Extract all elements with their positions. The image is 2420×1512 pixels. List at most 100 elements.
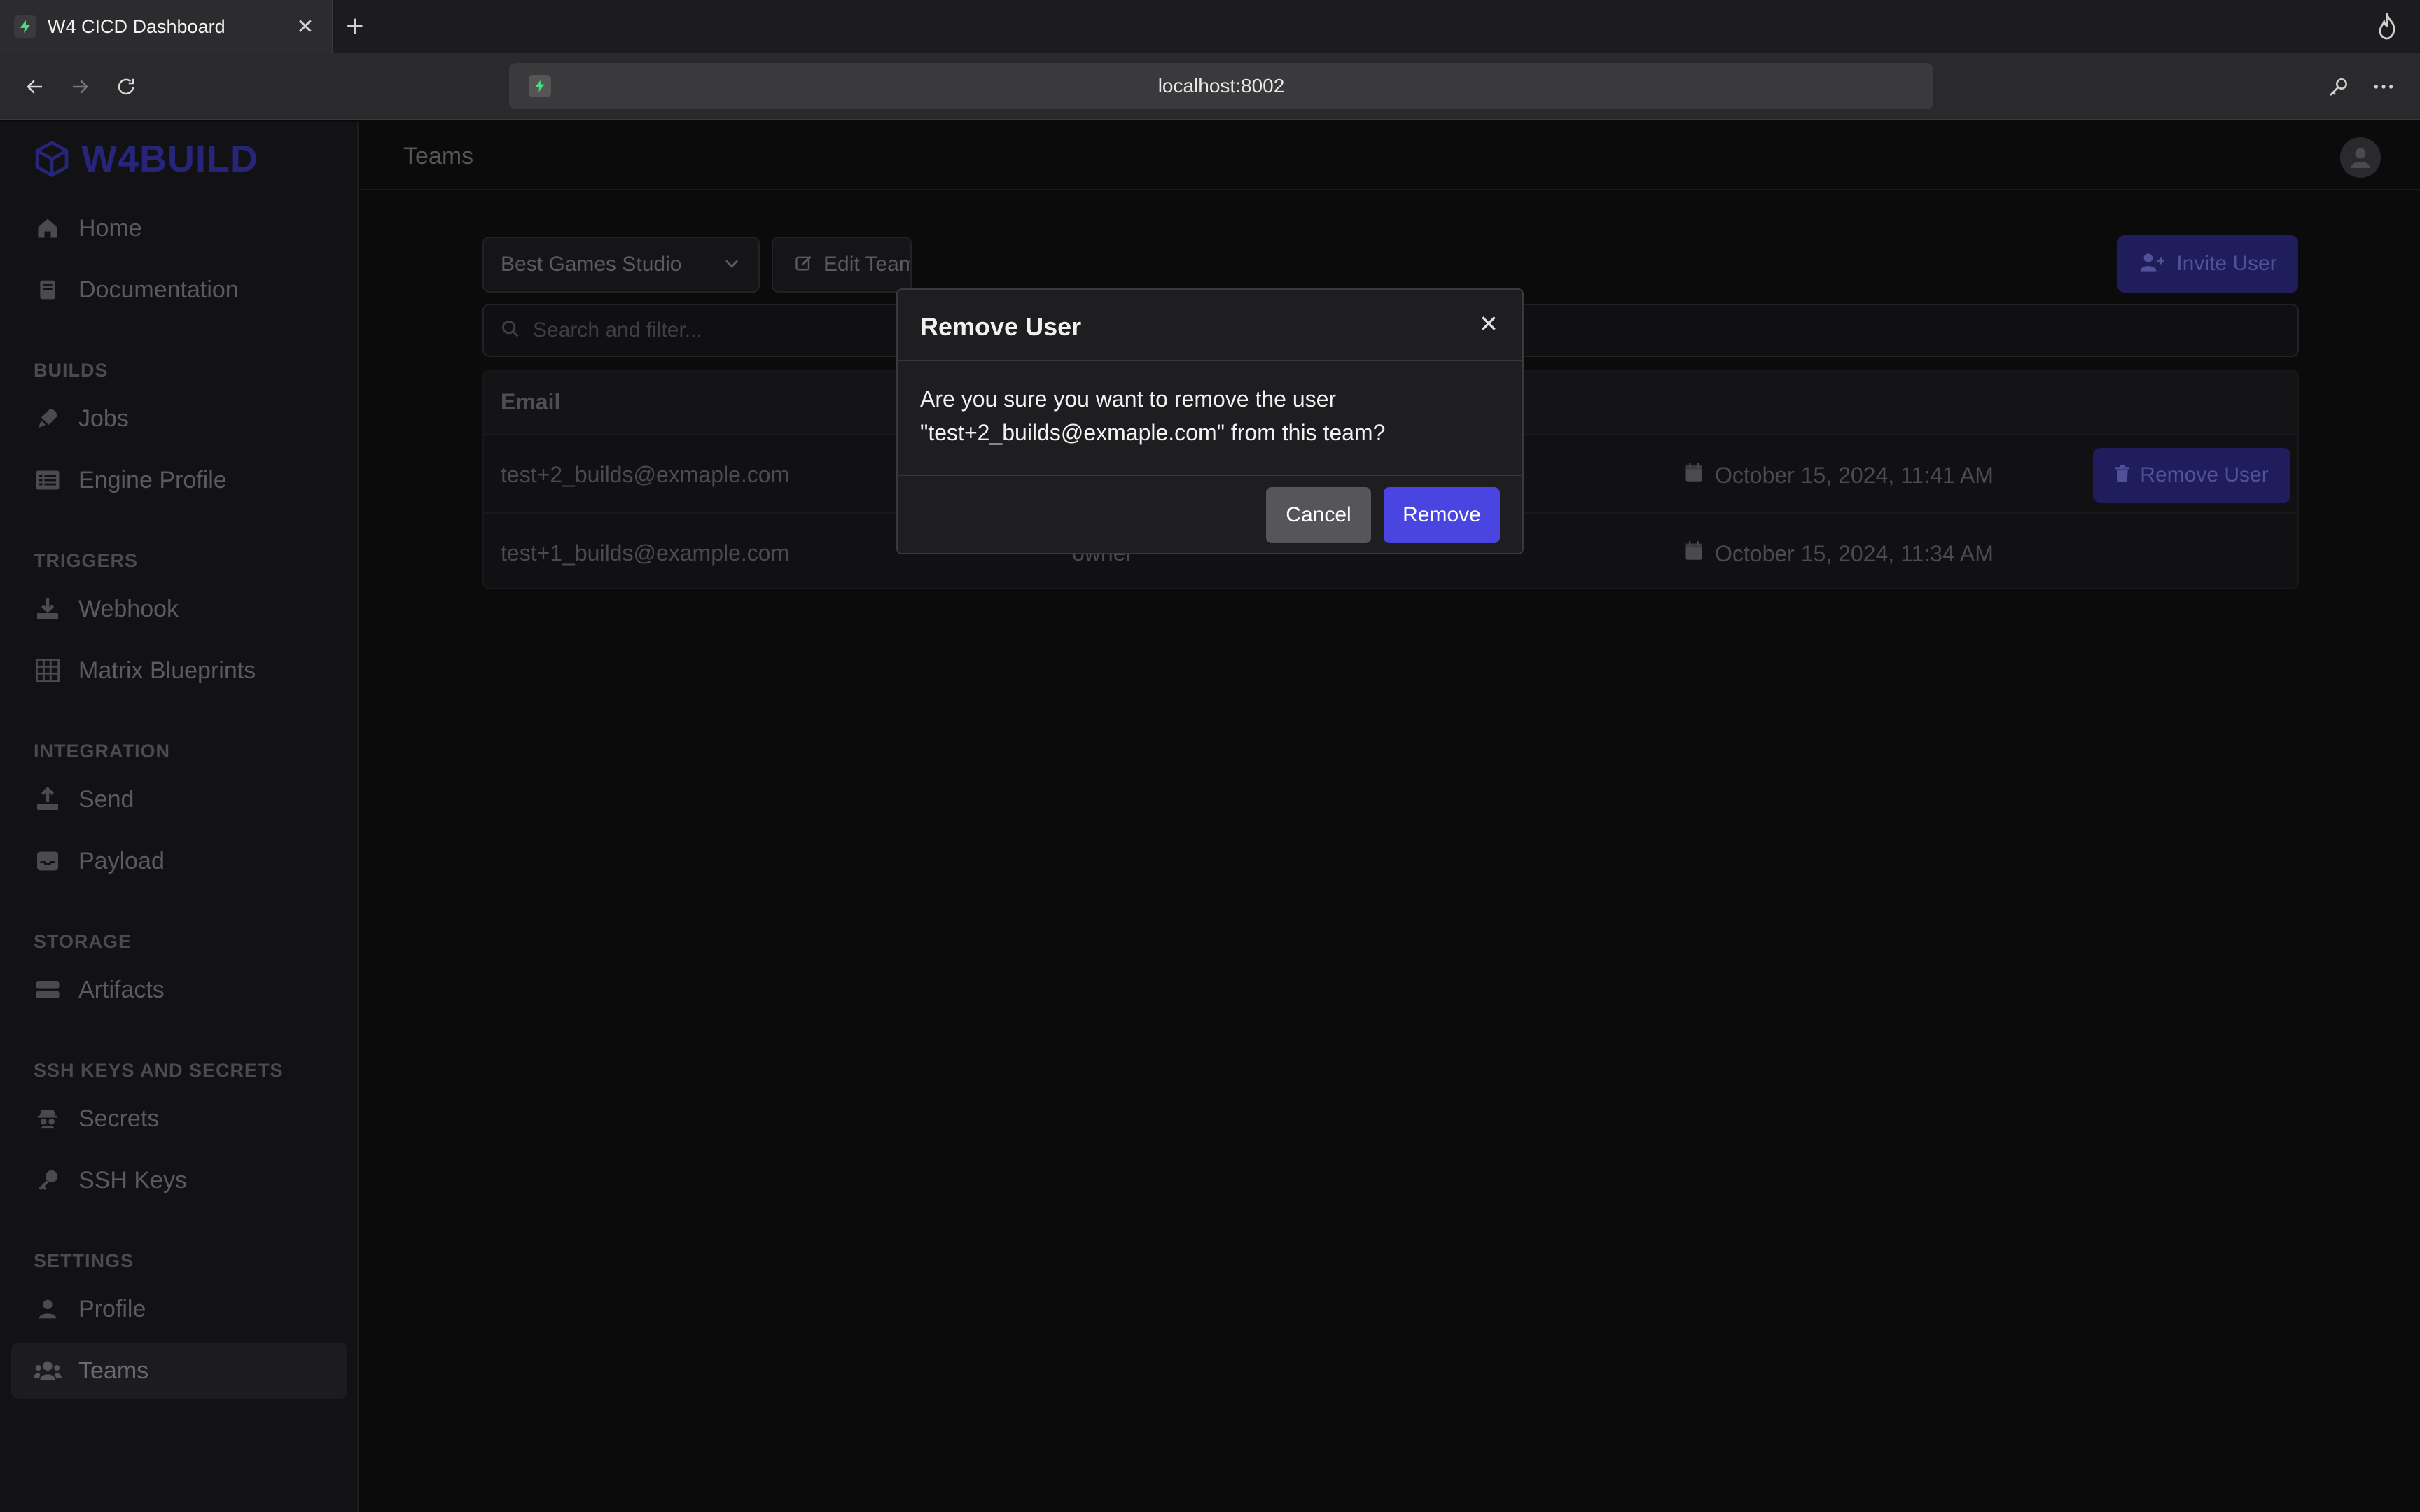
close-icon[interactable] — [1475, 309, 1503, 337]
inbox-icon — [34, 847, 62, 875]
search-icon — [501, 319, 520, 342]
sidebar-item-send[interactable]: Send — [11, 771, 347, 827]
calendar-icon — [1684, 540, 1704, 567]
section-title-integration: INTEGRATION — [34, 741, 170, 762]
spy-icon — [34, 1105, 62, 1133]
key-icon — [34, 1166, 62, 1194]
download-icon — [34, 595, 62, 623]
hdd-icon — [34, 976, 62, 1004]
bolt-icon — [14, 15, 36, 38]
sidebar-item-teams[interactable]: Teams — [11, 1343, 347, 1399]
remove-user-label: Remove User — [2140, 463, 2269, 486]
sidebar-item-label: SSH Keys — [78, 1166, 187, 1194]
tab-title: W4 CICD Dashboard — [48, 15, 225, 37]
rocket-icon — [34, 405, 62, 433]
user-icon — [34, 1295, 62, 1323]
sidebar-item-matrix-blueprints[interactable]: Matrix Blueprints — [11, 643, 347, 699]
confirm-remove-button[interactable]: Remove — [1384, 487, 1500, 543]
sidebar-item-label: Documentation — [78, 276, 239, 303]
logo-text: W4BUILD — [81, 138, 258, 180]
close-tab-icon[interactable]: ✕ — [293, 15, 318, 39]
cancel-button[interactable]: Cancel — [1266, 487, 1371, 543]
sidebar-item-label: Profile — [78, 1295, 146, 1322]
chevron-down-icon — [722, 253, 742, 276]
trash-icon — [2115, 464, 2130, 486]
sidebar-item-label: Matrix Blueprints — [78, 657, 256, 684]
section-title-ssh-keys-and-secrets: SSH KEYS AND SECRETS — [34, 1060, 284, 1081]
team-select[interactable]: Best Games Studio — [482, 237, 760, 293]
column-header-email: Email — [501, 389, 561, 414]
screen: W4 CICD Dashboard ✕ + localhost:8002 W4B… — [0, 0, 2420, 1512]
remove-user-modal: Remove User Are you sure you want to rem… — [896, 288, 1524, 554]
browser-toolbar: localhost:8002 — [0, 53, 2420, 120]
top-bar: Teams — [360, 122, 2420, 190]
browser-tab-bar: W4 CICD Dashboard ✕ + — [0, 0, 2420, 53]
edit-team-button[interactable]: Edit Team — [772, 237, 912, 293]
sidebar-item-documentation[interactable]: Documentation — [11, 262, 347, 318]
row-email: test+2_builds@exmaple.com — [501, 462, 790, 487]
sidebar-item-label: Engine Profile — [78, 466, 227, 493]
key-icon[interactable] — [2323, 71, 2354, 102]
modal-message-line: "test+2_builds@exmaple.com" from this te… — [920, 420, 1386, 445]
sidebar-item-label: Secrets — [78, 1105, 160, 1132]
sidebar-item-secrets[interactable]: Secrets — [11, 1091, 347, 1147]
url-text: localhost:8002 — [1157, 75, 1285, 97]
browser-tab[interactable]: W4 CICD Dashboard ✕ — [0, 0, 333, 53]
new-tab-icon[interactable]: + — [346, 10, 364, 43]
row-date: October 15, 2024, 11:34 AM — [1684, 540, 1994, 567]
edit-icon — [794, 253, 814, 276]
modal-title: Remove User — [920, 312, 1082, 341]
flame-icon[interactable] — [2375, 10, 2399, 44]
app: W4BUILD Home Documentation BUILDS Jobs E… — [0, 122, 2420, 1512]
invite-user-label: Invite User — [2176, 252, 2277, 275]
avatar[interactable] — [2340, 137, 2381, 178]
row-date-text: October 15, 2024, 11:34 AM — [1715, 540, 1994, 566]
row-date: October 15, 2024, 11:41 AM — [1684, 462, 1994, 489]
cube-icon — [35, 140, 69, 178]
sidebar: W4BUILD Home Documentation BUILDS Jobs E… — [0, 122, 359, 1512]
more-menu-icon[interactable] — [2368, 71, 2399, 102]
sidebar-item-payload[interactable]: Payload — [11, 833, 347, 889]
sidebar-item-label: Artifacts — [78, 976, 165, 1003]
row-date-text: October 15, 2024, 11:41 AM — [1715, 462, 1994, 488]
address-bar[interactable]: localhost:8002 — [509, 63, 1933, 109]
page-title: Teams — [403, 143, 474, 169]
sidebar-item-label: Teams — [78, 1357, 149, 1384]
row-email: test+1_builds@example.com — [501, 540, 790, 566]
sidebar-item-label: Home — [78, 214, 142, 241]
site-bolt-icon — [529, 75, 551, 97]
invite-user-button[interactable]: Invite User — [2118, 235, 2298, 293]
sidebar-item-profile[interactable]: Profile — [11, 1281, 347, 1337]
user-avatar-icon — [2351, 148, 2370, 168]
search-placeholder: Search and filter... — [533, 318, 702, 342]
section-title-triggers: TRIGGERS — [34, 550, 139, 571]
sidebar-item-webhook[interactable]: Webhook — [11, 581, 347, 637]
section-title-settings: SETTINGS — [34, 1250, 134, 1271]
sidebar-item-label: Webhook — [78, 595, 179, 622]
sidebar-item-label: Send — [78, 785, 134, 813]
reload-icon[interactable] — [111, 71, 141, 102]
book-icon — [34, 276, 62, 304]
back-arrow-icon[interactable] — [20, 71, 50, 102]
sidebar-item-jobs[interactable]: Jobs — [11, 391, 347, 447]
modal-message-line: Are you sure you want to remove the user — [920, 386, 1337, 412]
remove-user-button[interactable]: Remove User — [2093, 448, 2290, 503]
calendar-icon — [1684, 462, 1704, 489]
sidebar-item-label: Jobs — [78, 405, 129, 432]
sidebar-item-home[interactable]: Home — [11, 200, 347, 256]
logo[interactable]: W4BUILD — [32, 137, 258, 181]
section-title-storage: STORAGE — [34, 931, 132, 952]
sidebar-item-label: Payload — [78, 847, 165, 874]
sidebar-item-ssh-keys[interactable]: SSH Keys — [11, 1152, 347, 1208]
forward-arrow-icon[interactable] — [64, 71, 95, 102]
modal-header: Remove User — [898, 290, 1522, 361]
edit-team-label: Edit Team — [823, 253, 912, 276]
section-title-builds: BUILDS — [34, 360, 109, 381]
sidebar-item-artifacts[interactable]: Artifacts — [11, 962, 347, 1018]
modal-message: Are you sure you want to remove the user… — [920, 382, 1501, 449]
user-plus-icon — [2139, 252, 2165, 276]
grid-icon — [34, 657, 62, 685]
upload-icon — [34, 785, 62, 813]
home-icon — [34, 214, 62, 242]
sidebar-item-engine-profile[interactable]: Engine Profile — [11, 452, 347, 508]
